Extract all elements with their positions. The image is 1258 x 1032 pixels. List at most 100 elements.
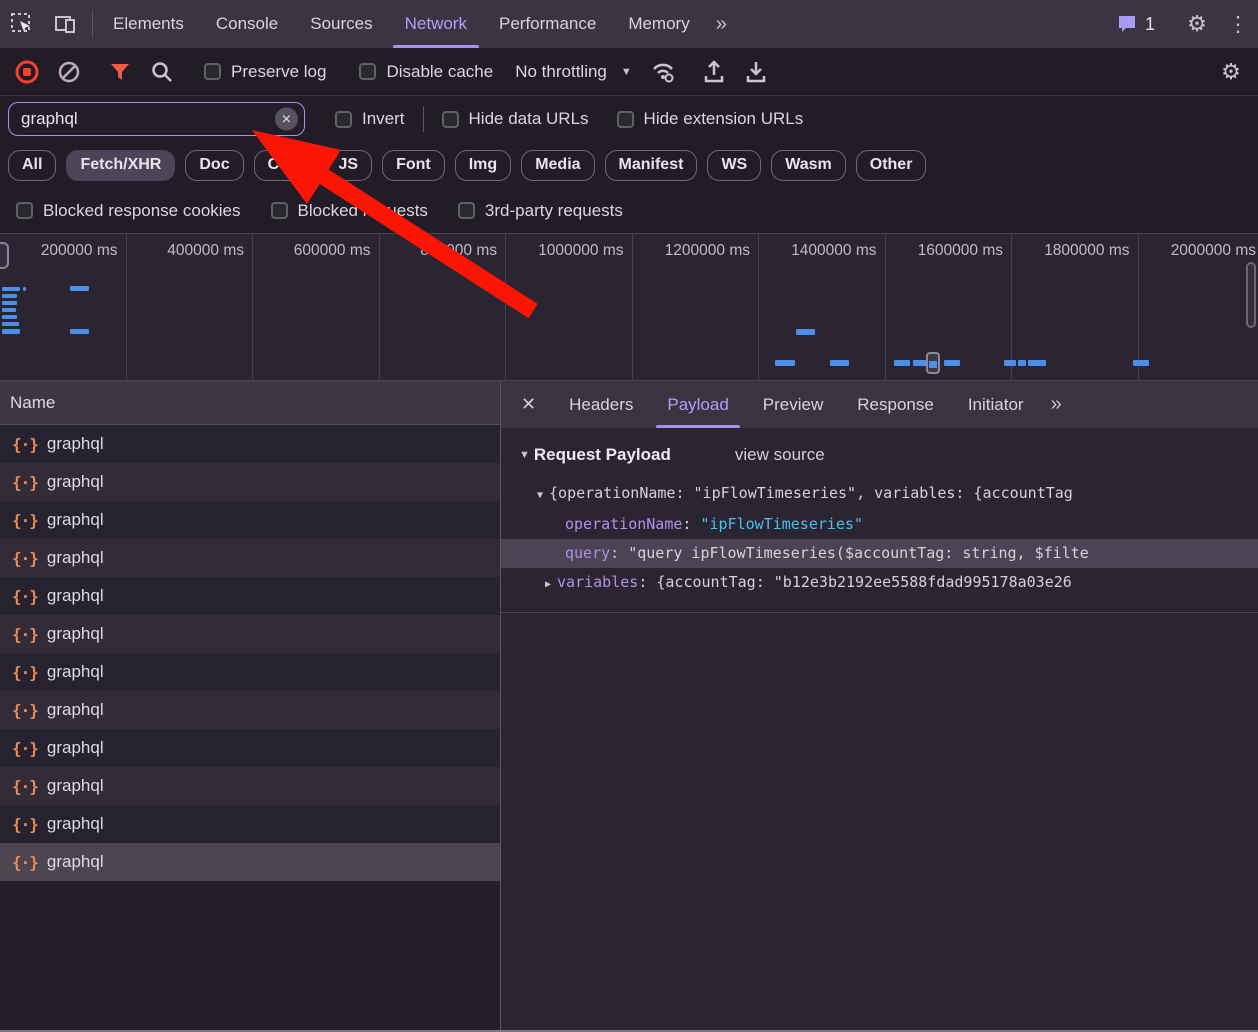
disable-cache-label: Disable cache: [386, 62, 493, 82]
resource-type-chip[interactable]: Wasm: [771, 150, 846, 181]
throttling-select[interactable]: No throttling ▼: [505, 62, 642, 82]
request-row[interactable]: {·} graphql: [0, 691, 500, 729]
request-row[interactable]: {·} graphql: [0, 767, 500, 805]
kebab-menu-icon[interactable]: ⋮: [1218, 12, 1258, 37]
resource-type-chip[interactable]: Media: [521, 150, 594, 181]
payload-divider: [501, 612, 1258, 613]
waterfall-bar: [23, 287, 26, 291]
invert-checkbox[interactable]: [335, 111, 352, 128]
json-braces-icon: {·}: [12, 511, 38, 530]
filter-input-wrapper: ✕: [8, 102, 305, 136]
blocked-requests-checkbox[interactable]: [271, 202, 288, 219]
close-icon[interactable]: ✕: [501, 381, 552, 428]
resource-type-chip[interactable]: Manifest: [605, 150, 698, 181]
resource-type-chip[interactable]: Font: [382, 150, 445, 181]
invert-group: Invert: [321, 109, 419, 129]
filter-funnel-icon[interactable]: [99, 54, 141, 90]
waterfall-bar: [2, 322, 19, 326]
tab-payload[interactable]: Payload: [650, 381, 745, 428]
network-toolbar: Preserve log Disable cache No throttling…: [0, 48, 1258, 96]
resource-type-chip[interactable]: JS: [325, 150, 373, 181]
request-row[interactable]: {·} graphql: [0, 805, 500, 843]
waterfall-bar: [70, 286, 89, 291]
network-conditions-icon[interactable]: [642, 54, 684, 90]
clear-filter-icon[interactable]: ✕: [275, 108, 298, 131]
preserve-log-checkbox[interactable]: [204, 63, 221, 80]
resource-type-chip[interactable]: Img: [455, 150, 511, 181]
hide-data-urls-checkbox[interactable]: [442, 111, 459, 128]
tab-initiator[interactable]: Initiator: [951, 381, 1041, 428]
divider: [92, 10, 93, 38]
request-row[interactable]: {·} graphql: [0, 843, 500, 881]
payload-operation-row[interactable]: operationName: "ipFlowTimeseries": [501, 510, 1258, 539]
filter-input[interactable]: [9, 109, 304, 129]
third-party-requests-checkbox[interactable]: [458, 202, 475, 219]
overview-right-handle[interactable]: [1246, 262, 1256, 328]
request-row[interactable]: {·} graphql: [0, 463, 500, 501]
issues-button[interactable]: 1: [1104, 13, 1167, 35]
request-row[interactable]: {·} graphql: [0, 577, 500, 615]
overview-left-handle[interactable]: [0, 242, 9, 269]
name-column-header[interactable]: Name: [0, 381, 500, 425]
tabbar-right: 1 ⚙ ⋮: [1104, 0, 1258, 48]
devtools-window: Elements Console Sources Network Perform…: [0, 0, 1258, 1032]
inspect-element-icon[interactable]: [0, 0, 44, 48]
waterfall-bar: [1028, 360, 1046, 366]
json-braces-icon: {·}: [12, 587, 38, 606]
network-main: Name {·} graphql {·} graphql {·}: [0, 381, 1258, 1032]
resource-type-chip[interactable]: Fetch/XHR: [66, 150, 175, 181]
json-braces-icon: {·}: [12, 625, 38, 644]
resource-type-chip[interactable]: All: [8, 150, 56, 181]
search-icon[interactable]: [141, 54, 183, 90]
json-braces-icon: {·}: [12, 739, 38, 758]
request-rows: {·} graphql {·} graphql {·} graphql: [0, 425, 500, 881]
tab-headers[interactable]: Headers: [552, 381, 650, 428]
resource-type-chip[interactable]: WS: [707, 150, 761, 181]
export-har-icon[interactable]: [735, 54, 777, 90]
import-har-icon[interactable]: [693, 54, 735, 90]
network-settings-gear-icon[interactable]: ⚙: [1210, 59, 1252, 85]
request-row[interactable]: {·} graphql: [0, 501, 500, 539]
settings-gear-icon[interactable]: ⚙: [1176, 11, 1218, 37]
resource-type-chip[interactable]: CSS: [254, 150, 315, 181]
view-source-link[interactable]: view source: [735, 445, 825, 465]
waterfall-bar: [775, 360, 795, 366]
more-detail-tabs-icon[interactable]: »: [1041, 381, 1070, 428]
payload-root-row[interactable]: ▼{operationName: "ipFlowTimeseries", var…: [501, 479, 1258, 510]
request-row[interactable]: {·} graphql: [0, 615, 500, 653]
tab-performance[interactable]: Performance: [483, 0, 612, 48]
third-party-requests-label: 3rd-party requests: [485, 201, 623, 221]
hide-extension-urls-checkbox[interactable]: [617, 111, 634, 128]
request-row[interactable]: {·} graphql: [0, 653, 500, 691]
tab-sources[interactable]: Sources: [294, 0, 388, 48]
payload-variables-row[interactable]: ▶variables: {accountTag: "b12e3b2192ee55…: [501, 568, 1258, 599]
waterfall-bar: [2, 301, 17, 305]
tab-elements[interactable]: Elements: [97, 0, 200, 48]
tab-response[interactable]: Response: [840, 381, 951, 428]
tab-network[interactable]: Network: [389, 0, 483, 48]
waterfall-bar: [70, 329, 89, 334]
tab-memory[interactable]: Memory: [612, 0, 705, 48]
disable-cache-group: Disable cache: [347, 62, 505, 82]
clear-network-log-button[interactable]: [48, 54, 90, 90]
invert-label: Invert: [362, 109, 405, 129]
resource-type-chip[interactable]: Doc: [185, 150, 243, 181]
more-tabs-icon[interactable]: »: [706, 0, 735, 48]
blocked-response-cookies-checkbox[interactable]: [16, 202, 33, 219]
request-row[interactable]: {·} graphql: [0, 729, 500, 767]
record-network-log-button[interactable]: [6, 54, 48, 90]
network-overview-timeline[interactable]: 200000 ms 400000 ms 600000 ms 800000 ms …: [0, 233, 1258, 381]
payload-query-row[interactable]: query: "query ipFlowTimeseries($accountT…: [501, 539, 1258, 568]
request-row[interactable]: {·} graphql: [0, 539, 500, 577]
hide-extension-urls-label: Hide extension URLs: [644, 109, 804, 129]
device-toolbar-icon[interactable]: [44, 0, 88, 48]
collapse-triangle-icon[interactable]: ▼: [519, 449, 530, 461]
tab-console[interactable]: Console: [200, 0, 294, 48]
throttling-value: No throttling: [515, 62, 607, 82]
waterfall-bar: [2, 287, 20, 291]
request-row[interactable]: {·} graphql: [0, 425, 500, 463]
tab-preview[interactable]: Preview: [746, 381, 840, 428]
resource-type-chip[interactable]: Other: [856, 150, 927, 181]
payload-title: Request Payload: [534, 445, 671, 465]
disable-cache-checkbox[interactable]: [359, 63, 376, 80]
